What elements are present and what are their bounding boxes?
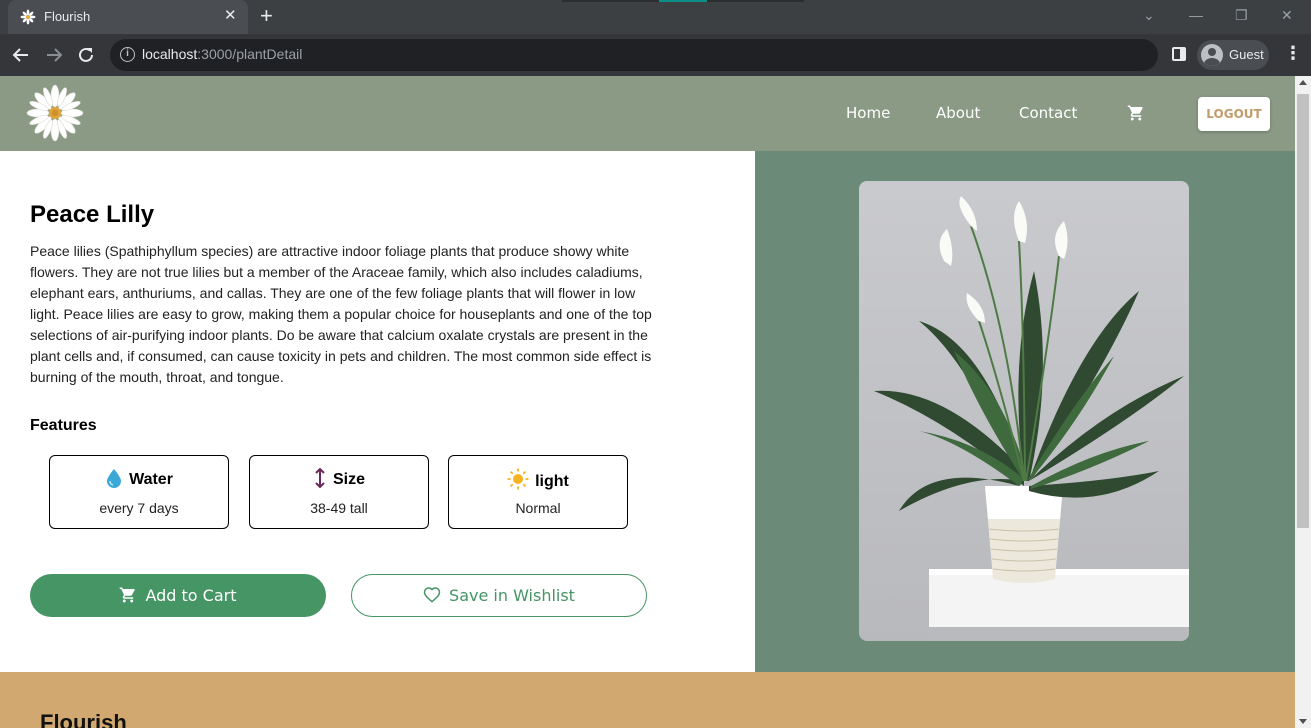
scroll-up-arrow-icon[interactable] — [1299, 80, 1307, 85]
feature-value: every 7 days — [99, 500, 179, 516]
add-to-cart-button[interactable]: Add to Cart — [30, 574, 326, 617]
page-viewport: Home About Contact LOGOUT Peace Lilly Pe… — [0, 76, 1295, 728]
add-to-cart-label: Add to Cart — [145, 586, 237, 605]
feature-value: Normal — [515, 500, 561, 516]
scroll-thumb[interactable] — [1297, 94, 1309, 528]
tab-close-icon[interactable]: ✕ — [224, 7, 237, 25]
feature-card-size: Size 38-49 tall — [249, 455, 429, 529]
heart-icon — [423, 587, 441, 603]
plant-description: Peace lilies (Spathiphyllum species) are… — [30, 243, 652, 385]
side-panel-icon[interactable] — [1172, 47, 1186, 61]
feature-label: Size — [332, 471, 365, 488]
browser-menu-icon[interactable]: ⋮ — [1284, 42, 1302, 64]
profile-label: Guest — [1229, 47, 1264, 62]
page-scrollbar[interactable] — [1295, 76, 1311, 728]
tab-title: Flourish — [44, 9, 91, 24]
browser-tab-strip: Flourish ✕ + ⌄ — ❐ ✕ — [0, 0, 1311, 34]
feature-label: light — [535, 473, 569, 490]
nav-about-link[interactable]: About — [936, 104, 980, 122]
feature-value: 38-49 tall — [310, 500, 368, 516]
scroll-down-arrow-icon[interactable] — [1299, 719, 1307, 724]
new-tab-icon[interactable]: + — [260, 4, 273, 28]
nav-contact-link[interactable]: Contact — [1019, 104, 1077, 122]
plant-photo — [859, 181, 1189, 641]
daisy-favicon-icon — [20, 9, 36, 25]
site-header: Home About Contact LOGOUT — [0, 76, 1295, 151]
height-arrow-icon — [315, 467, 325, 489]
feature-card-water: Water every 7 days — [49, 455, 229, 529]
cart-icon[interactable] — [1127, 104, 1145, 122]
plant-info-panel: Peace Lilly Peace lilies (Spathiphyllum … — [0, 151, 755, 672]
tab-search-icon[interactable]: ⌄ — [1143, 6, 1155, 24]
window-close-icon[interactable]: ✕ — [1281, 6, 1293, 24]
feature-label: Water — [129, 471, 173, 488]
address-bar[interactable]: i localhost:3000/plantDetail — [110, 39, 1158, 71]
site-footer: Flourish — [0, 672, 1295, 728]
url-text: localhost:3000/plantDetail — [142, 46, 303, 62]
reload-icon[interactable] — [77, 46, 95, 64]
plant-title: Peace Lilly — [30, 201, 155, 228]
profile-button[interactable]: Guest — [1197, 40, 1269, 70]
daisy-logo[interactable] — [26, 84, 84, 142]
browser-toolbar: i localhost:3000/plantDetail Guest ⋮ — [0, 34, 1311, 76]
sun-icon — [507, 468, 529, 490]
water-drop-icon — [107, 469, 122, 488]
nav-home-link[interactable]: Home — [846, 104, 890, 122]
save-wishlist-label: Save in Wishlist — [449, 586, 575, 605]
save-wishlist-button[interactable]: Save in Wishlist — [351, 574, 647, 617]
profile-avatar-icon — [1201, 44, 1223, 66]
feature-card-light: light Normal — [448, 455, 628, 529]
site-info-icon[interactable]: i — [120, 47, 135, 62]
back-arrow-icon[interactable] — [12, 46, 30, 64]
features-heading: Features — [30, 417, 97, 434]
tab-strip-indicator-accent — [659, 0, 707, 2]
cart-icon — [120, 587, 136, 603]
forward-arrow-icon[interactable] — [45, 46, 63, 64]
restore-icon[interactable]: ❐ — [1235, 6, 1248, 24]
minimize-icon[interactable]: — — [1189, 6, 1203, 24]
plant-image-panel — [755, 151, 1295, 672]
logout-button[interactable]: LOGOUT — [1198, 97, 1270, 131]
footer-brand: Flourish — [40, 710, 127, 728]
